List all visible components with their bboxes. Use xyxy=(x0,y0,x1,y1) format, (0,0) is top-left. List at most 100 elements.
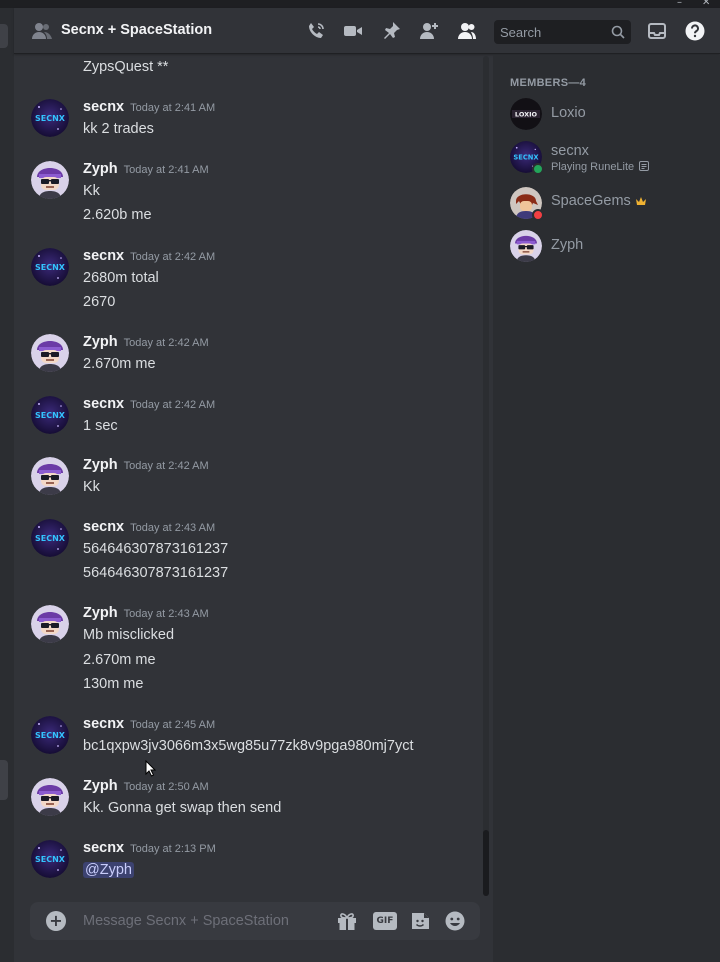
author-name[interactable]: Zyph xyxy=(83,778,118,794)
timestamp: Today at 2:42 AM xyxy=(130,251,216,263)
message-author[interactable]: secnx Today at 2:42 AM xyxy=(83,248,215,264)
svg-text:SECNX: SECNX xyxy=(35,855,66,864)
avatar[interactable] xyxy=(510,230,542,262)
message-author[interactable]: secnx Today at 2:42 AM xyxy=(83,396,215,412)
svg-text:SECNX: SECNX xyxy=(35,114,66,123)
timestamp: Today at 2:42 AM xyxy=(123,337,209,349)
window-titlebar: – ✕ xyxy=(0,0,720,8)
sticker-icon[interactable] xyxy=(409,911,431,931)
message-author[interactable]: Zyph Today at 2:50 AM xyxy=(83,778,209,794)
rich-presence-icon xyxy=(639,161,650,171)
message-author[interactable]: Zyph Today at 2:43 AM xyxy=(83,605,209,621)
message-author[interactable]: secnx Today at 2:13 PM xyxy=(83,840,216,856)
help-icon[interactable] xyxy=(685,21,705,41)
avatar[interactable]: SECNX xyxy=(31,248,69,286)
message-text: 1 sec xyxy=(83,418,118,434)
timestamp: Today at 2:42 AM xyxy=(130,399,216,411)
member-item[interactable]: LOXIO Loxio xyxy=(501,95,711,137)
start-voice-call-icon[interactable] xyxy=(306,21,326,41)
member-name: secnx xyxy=(551,143,589,159)
avatar[interactable] xyxy=(31,605,69,643)
author-name[interactable]: secnx xyxy=(83,519,124,535)
member-item[interactable]: Zyph xyxy=(501,227,711,269)
avatar[interactable] xyxy=(31,778,69,816)
message-author[interactable]: Zyph Today at 2:42 AM xyxy=(83,457,209,473)
message-text: Kk. Gonna get swap then send xyxy=(83,800,282,816)
avatar[interactable] xyxy=(31,161,69,199)
author-name[interactable]: secnx xyxy=(83,248,124,264)
avatar[interactable] xyxy=(31,457,69,495)
server-icon-partial[interactable] xyxy=(0,24,8,48)
svg-text:SECNX: SECNX xyxy=(35,534,66,543)
member-name: Loxio xyxy=(551,105,586,121)
svg-text:SECNX: SECNX xyxy=(35,263,66,272)
message-text: 130m me xyxy=(83,676,144,692)
author-name[interactable]: secnx xyxy=(83,99,124,115)
message-text: 2670 xyxy=(83,294,116,310)
timestamp: Today at 2:50 AM xyxy=(123,781,209,793)
message-text: 2.620b me xyxy=(83,207,152,223)
message-author[interactable]: Zyph Today at 2:41 AM xyxy=(83,161,209,177)
avatar[interactable]: SECNX xyxy=(31,716,69,754)
server-sidebar xyxy=(0,8,14,962)
pinned-messages-icon[interactable] xyxy=(381,21,401,41)
svg-text:SECNX: SECNX xyxy=(35,731,66,740)
avatar[interactable]: SECNX xyxy=(31,99,69,137)
avatar[interactable]: LOXIO xyxy=(510,98,542,130)
mouse-cursor-icon xyxy=(145,760,157,777)
member-list-heading: MEMBERS—4 xyxy=(510,77,587,89)
message-list: ZypsQuest ** SECNX secnx Today at 2:41 AM… xyxy=(14,55,492,895)
message-input[interactable] xyxy=(83,911,323,931)
author-name[interactable]: Zyph xyxy=(83,161,118,177)
timestamp: Today at 2:41 AM xyxy=(123,164,209,176)
message-author[interactable]: Zyph Today at 2:42 AM xyxy=(83,334,209,350)
search-bar[interactable] xyxy=(494,20,631,44)
member-activity: Playing RuneLite xyxy=(551,161,650,173)
author-name[interactable]: secnx xyxy=(83,716,124,732)
author-name[interactable]: Zyph xyxy=(83,334,118,350)
message-text: Mb misclicked xyxy=(83,627,175,643)
group-dm-icon xyxy=(32,23,52,39)
message-text: 564646307873161237 xyxy=(83,541,229,557)
author-name[interactable]: secnx xyxy=(83,840,124,856)
message-text: bc1qxpw3jv3066m3x5wg85u77zk8v9pga980mj7y… xyxy=(83,738,414,754)
emoji-icon[interactable] xyxy=(444,911,466,931)
avatar[interactable]: SECNX xyxy=(31,519,69,557)
message-composer[interactable]: + GIF xyxy=(30,902,480,940)
member-name-text: SpaceGems xyxy=(551,193,631,209)
start-video-call-icon[interactable] xyxy=(343,21,363,41)
message-author[interactable]: secnx Today at 2:43 AM xyxy=(83,519,215,535)
close-button[interactable]: ✕ xyxy=(702,0,710,8)
timestamp: Today at 2:43 AM xyxy=(123,608,209,620)
crown-icon xyxy=(635,197,646,205)
author-name[interactable]: secnx xyxy=(83,396,124,412)
avatar[interactable]: SECNX xyxy=(31,396,69,434)
channel-header: Secnx + SpaceStation xyxy=(14,8,720,54)
gift-icon[interactable] xyxy=(336,911,358,931)
message-author[interactable]: secnx Today at 2:45 AM xyxy=(83,716,215,732)
avatar-logo-text: LOXIO xyxy=(515,111,538,119)
search-input[interactable] xyxy=(500,23,610,41)
gif-picker-icon[interactable]: GIF xyxy=(373,912,397,930)
author-name[interactable]: Zyph xyxy=(83,457,118,473)
message-text: Kk xyxy=(83,479,100,495)
upload-plus-icon[interactable]: + xyxy=(46,911,66,931)
channel-title: Secnx + SpaceStation xyxy=(61,22,213,38)
author-name[interactable]: Zyph xyxy=(83,605,118,621)
message-text: ZypsQuest ** xyxy=(83,59,169,75)
inbox-icon[interactable] xyxy=(647,21,667,41)
user-mention[interactable]: @Zyph xyxy=(83,862,134,878)
message-author[interactable]: secnx Today at 2:41 AM xyxy=(83,99,215,115)
activity-text: Playing RuneLite xyxy=(551,161,635,173)
add-friends-icon[interactable] xyxy=(419,21,439,41)
timestamp: Today at 2:41 AM xyxy=(130,102,216,114)
avatar[interactable] xyxy=(31,334,69,372)
server-icon-partial[interactable] xyxy=(0,760,8,800)
message-text: @Zyph xyxy=(83,862,134,878)
minimize-button[interactable]: – xyxy=(677,0,682,8)
member-item[interactable]: SpaceGems xyxy=(501,184,711,226)
avatar[interactable]: SECNX xyxy=(31,840,69,878)
member-item[interactable]: SECNX secnx Playing RuneLite xyxy=(501,138,711,180)
svg-text:SECNX: SECNX xyxy=(35,411,66,420)
hide-member-list-icon[interactable] xyxy=(457,21,477,41)
